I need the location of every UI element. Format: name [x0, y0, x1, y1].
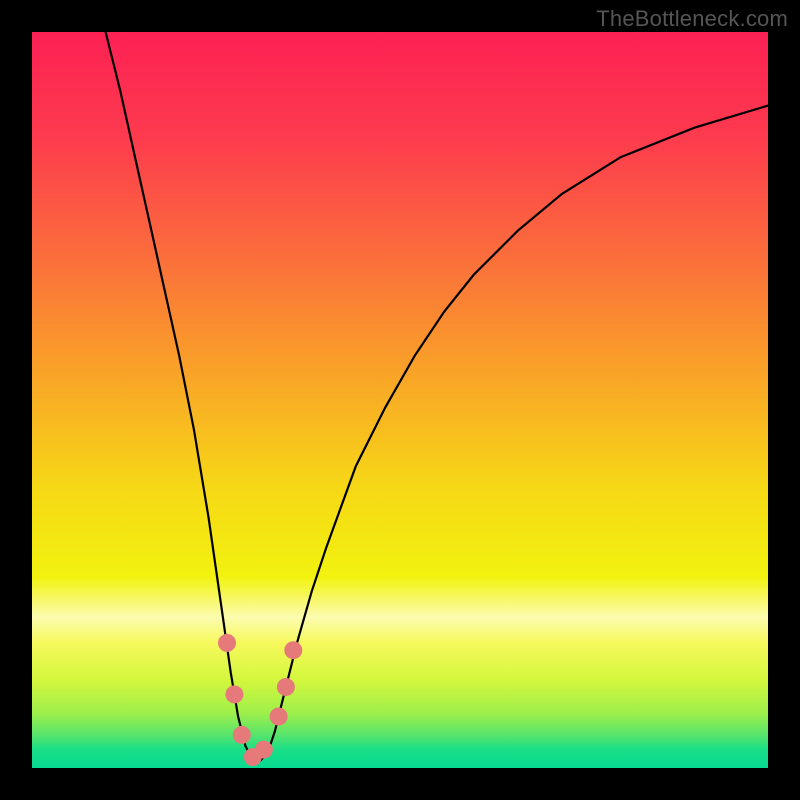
plot-area	[32, 32, 768, 768]
marker-dot	[284, 641, 302, 659]
marker-dot	[270, 708, 288, 726]
watermark-text: TheBottleneck.com	[596, 6, 788, 32]
chart-frame: TheBottleneck.com	[0, 0, 800, 800]
marker-dot	[218, 634, 236, 652]
marker-dot	[225, 685, 243, 703]
marker-dot	[255, 741, 273, 759]
chart-svg	[32, 32, 768, 768]
marker-dot	[277, 678, 295, 696]
marker-dot	[233, 726, 251, 744]
